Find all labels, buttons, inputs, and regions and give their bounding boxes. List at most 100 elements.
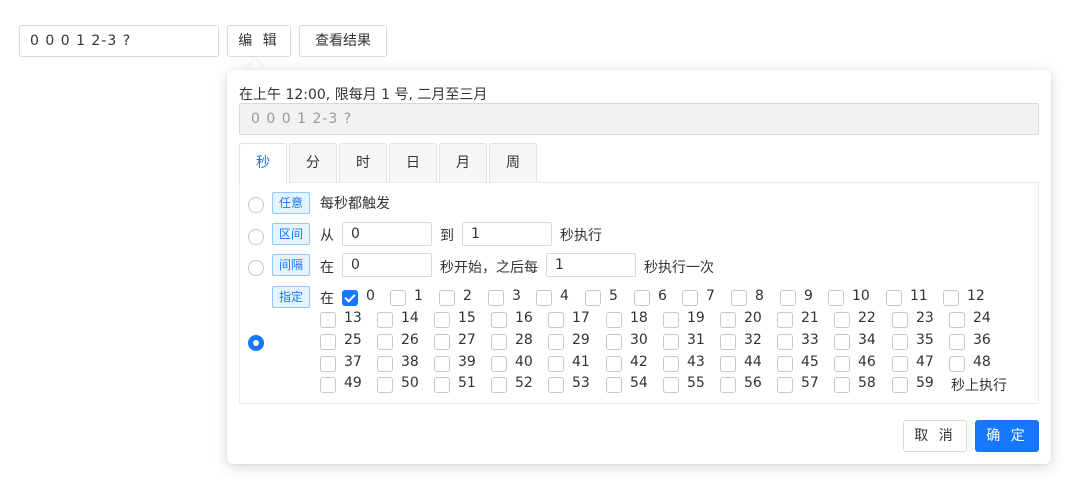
checkbox-box[interactable] (491, 356, 507, 372)
checkbox-box[interactable] (892, 356, 908, 372)
checkbox-box[interactable] (777, 377, 793, 393)
checkbox-box[interactable] (892, 334, 908, 350)
checkbox-box[interactable] (606, 312, 622, 328)
checkbox-box[interactable] (720, 356, 736, 372)
checkbox-box[interactable] (491, 334, 507, 350)
checkbox-label: 0 (366, 288, 375, 304)
radio-range[interactable] (248, 229, 264, 245)
checkbox-label: 58 (858, 375, 876, 391)
checkbox-box[interactable] (892, 377, 908, 393)
checkbox-box[interactable] (634, 290, 650, 306)
checkbox-box[interactable] (682, 290, 698, 306)
checkbox-box[interactable] (949, 356, 965, 372)
checkbox-box[interactable] (377, 377, 393, 393)
checkbox-box[interactable] (390, 290, 406, 306)
tab-hour[interactable]: 时 (339, 143, 387, 183)
checkbox-box[interactable] (377, 356, 393, 372)
checkbox-label: 42 (630, 354, 648, 370)
edit-button[interactable]: 编 辑 (227, 25, 291, 57)
checkbox-box[interactable] (491, 377, 507, 393)
range-from-input[interactable]: 0 (342, 222, 432, 246)
checkbox-box[interactable] (434, 334, 450, 350)
checkbox-box[interactable] (320, 312, 336, 328)
checkbox-label: 16 (515, 310, 533, 326)
checkbox-box[interactable] (548, 377, 564, 393)
checkbox-label: 4 (560, 288, 569, 304)
cron-expression-input[interactable]: 0 0 0 1 2-3 ? (19, 25, 219, 57)
checkbox-box[interactable] (439, 290, 455, 306)
checkbox-box[interactable] (663, 334, 679, 350)
checkbox-box[interactable] (377, 312, 393, 328)
checkbox-box[interactable] (828, 290, 844, 306)
checkbox-box[interactable] (949, 334, 965, 350)
checkbox-box[interactable] (320, 377, 336, 393)
checkbox-box[interactable] (488, 290, 504, 306)
ok-button[interactable]: 确 定 (975, 420, 1039, 452)
checkbox-box[interactable] (663, 356, 679, 372)
checkbox-box[interactable] (720, 377, 736, 393)
checkbox-box[interactable] (606, 334, 622, 350)
checkbox-box[interactable] (892, 312, 908, 328)
view-result-button[interactable]: 查看结果 (299, 25, 387, 57)
checkbox-label: 31 (687, 332, 705, 348)
checkbox-box[interactable] (949, 312, 965, 328)
tab-month[interactable]: 月 (439, 143, 487, 183)
tab-minute[interactable]: 分 (289, 143, 337, 183)
checkbox-label: 18 (630, 310, 648, 326)
radio-specify[interactable] (248, 335, 264, 351)
tag-specify: 指定 (272, 286, 311, 308)
checkbox-box[interactable] (434, 356, 450, 372)
checkbox-box[interactable] (720, 334, 736, 350)
checkbox-box[interactable] (548, 334, 564, 350)
checkbox-label: 36 (973, 332, 991, 348)
tag-interval: 间隔 (272, 254, 311, 276)
checkbox-label: 25 (344, 332, 362, 348)
checkbox-box[interactable] (434, 377, 450, 393)
interval-step-input[interactable]: 1 (546, 253, 636, 277)
checkbox-box[interactable] (320, 334, 336, 350)
checkbox-box[interactable] (834, 356, 850, 372)
radio-interval[interactable] (248, 260, 264, 276)
checkbox-box[interactable] (780, 290, 796, 306)
cancel-button[interactable]: 取 消 (903, 420, 967, 452)
checkbox-box[interactable] (606, 356, 622, 372)
checkbox-label: 43 (687, 354, 705, 370)
checkbox-box[interactable] (320, 356, 336, 372)
checkbox-label: 24 (973, 310, 991, 326)
checkbox-box[interactable] (777, 356, 793, 372)
checkbox-label: 34 (858, 332, 876, 348)
checkbox-label: 37 (344, 354, 362, 370)
tab-second[interactable]: 秒 (239, 143, 287, 184)
checkbox-box[interactable] (663, 312, 679, 328)
checkbox-box[interactable] (886, 290, 902, 306)
checkbox-box[interactable] (491, 312, 507, 328)
checkbox-box[interactable] (663, 377, 679, 393)
checkbox-box[interactable] (606, 377, 622, 393)
checkbox-box[interactable] (834, 334, 850, 350)
checkbox-box[interactable] (834, 312, 850, 328)
checkbox-label: 3 (512, 288, 521, 304)
checkbox-box[interactable] (834, 377, 850, 393)
checkbox-box[interactable] (943, 290, 959, 306)
range-from-label: 从 (320, 228, 334, 244)
tab-day[interactable]: 日 (389, 143, 437, 183)
checkbox-box[interactable] (777, 312, 793, 328)
tab-week[interactable]: 周 (489, 143, 537, 183)
checkbox-box[interactable] (585, 290, 601, 306)
checkbox-label: 50 (401, 375, 419, 391)
cron-editor-popover: 在上午 12:00, 限每月 1 号, 二月至三月 0 0 0 1 2-3 ? … (227, 70, 1051, 464)
checkbox-box[interactable] (720, 312, 736, 328)
checkbox-label: 45 (801, 354, 819, 370)
checkbox-box[interactable] (377, 334, 393, 350)
checkbox-box[interactable] (434, 312, 450, 328)
any-text: 每秒都触发 (320, 196, 390, 212)
checkbox-box[interactable] (548, 356, 564, 372)
interval-start-input[interactable]: 0 (342, 253, 432, 277)
range-to-input[interactable]: 1 (462, 222, 552, 246)
checkbox-box[interactable] (536, 290, 552, 306)
checkbox-box[interactable] (777, 334, 793, 350)
checkbox-box[interactable] (548, 312, 564, 328)
radio-any[interactable] (248, 197, 264, 213)
checkbox-box[interactable] (342, 290, 358, 306)
checkbox-box[interactable] (731, 290, 747, 306)
